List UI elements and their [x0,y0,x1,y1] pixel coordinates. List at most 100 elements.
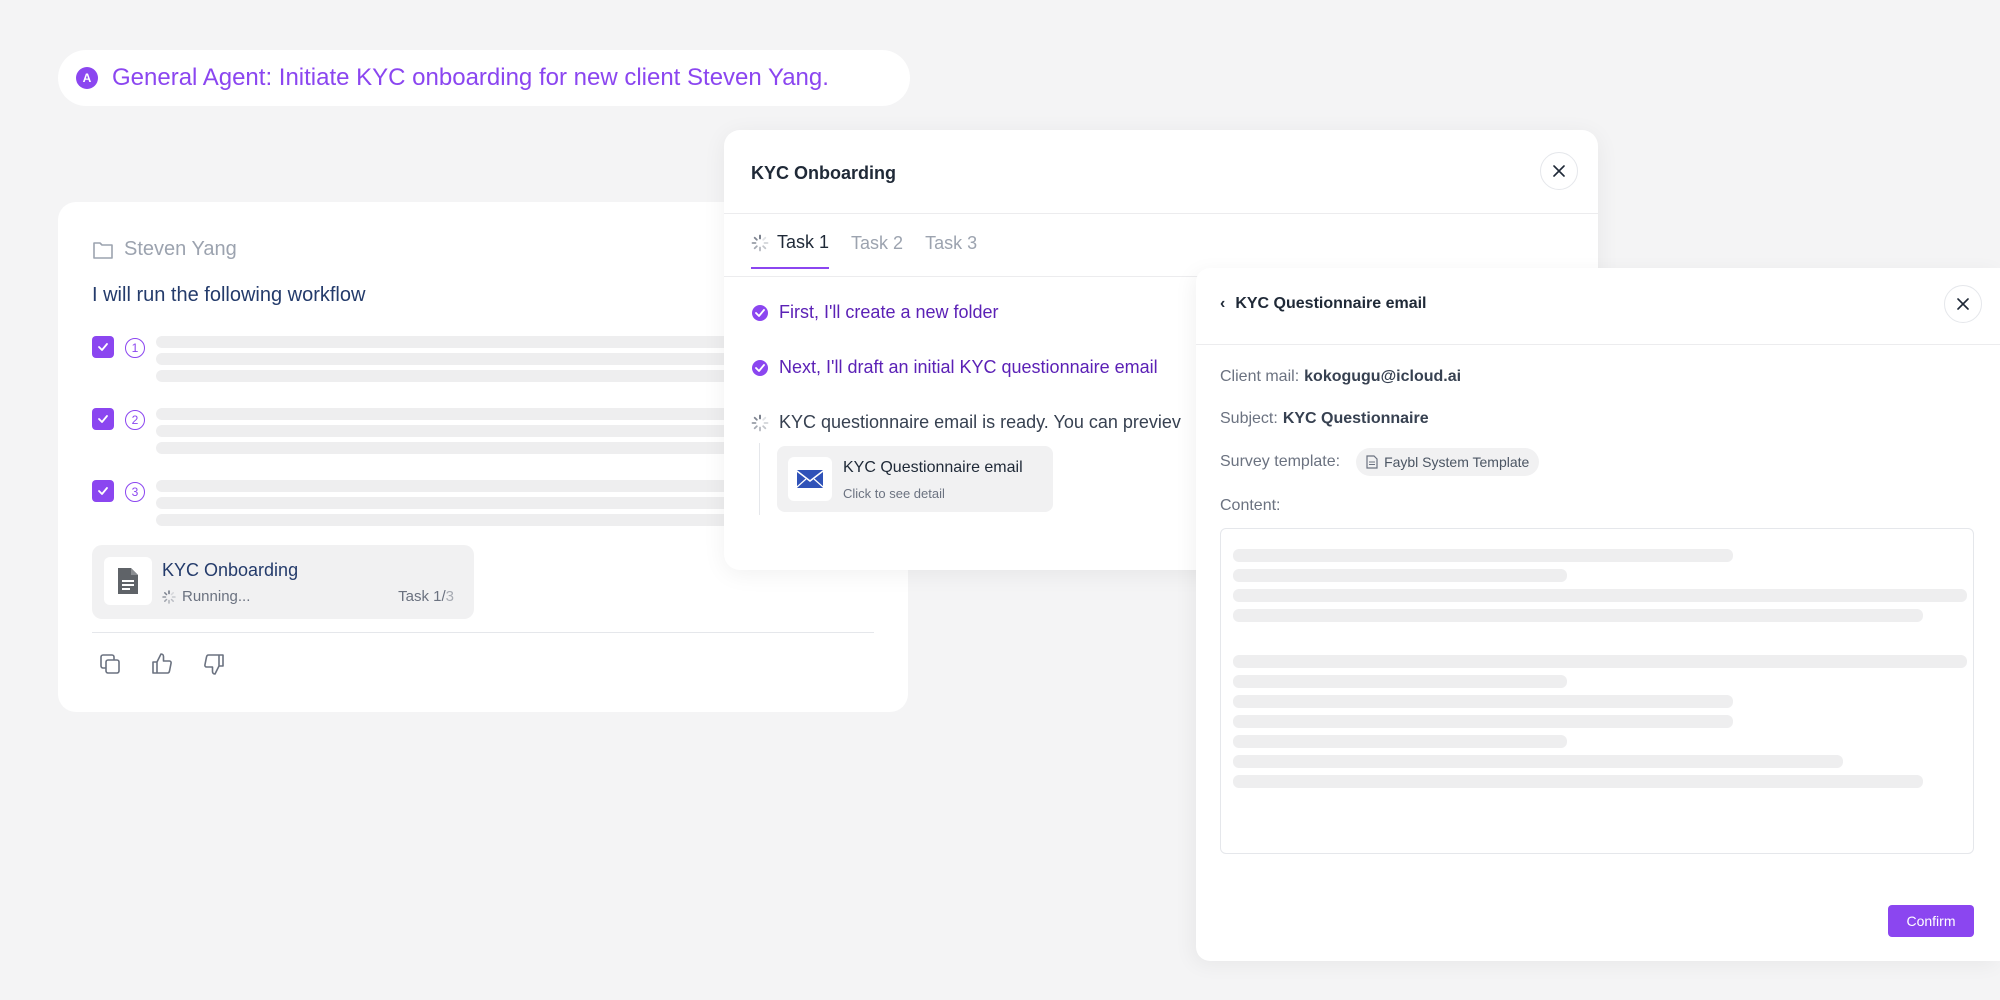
step-number: 2 [125,410,145,430]
tab-task-3[interactable]: Task 3 [925,232,977,269]
chip-label: Faybl System Template [1384,454,1530,470]
survey-template-chip[interactable]: Faybl System Template [1356,448,1540,476]
divider [92,632,874,633]
chevron-left-icon: ‹ [1220,295,1226,312]
email-card-subtitle: Click to see detail [843,486,945,501]
field-label: Subject: [1220,410,1278,427]
tab-label: Task 3 [925,233,978,253]
skeleton-line [156,336,732,348]
step-text: First, I'll create a new folder [779,302,999,322]
copy-icon[interactable] [96,650,124,678]
close-icon [1957,298,1969,310]
folder-icon [93,241,113,259]
step-text: Next, I'll draft an initial KYC question… [779,357,1158,377]
detail-close-button[interactable] [1944,285,1982,323]
prompt-text: General Agent: Initiate KYC onboarding f… [112,64,829,91]
confirm-button[interactable]: Confirm [1888,905,1974,937]
step-text: KYC questionnaire email is ready. You ca… [779,412,1181,432]
skeleton-line [1233,775,1923,788]
task-progress: Task 1/3 [398,588,454,605]
content-area[interactable] [1220,528,1974,854]
document-icon [104,557,152,605]
check-icon [98,487,108,495]
check-circle-icon [752,304,768,321]
skeleton-line [1233,549,1733,562]
skeleton-line [156,353,732,365]
skeleton-line [156,370,732,382]
workflow-step: 2 [92,408,732,468]
workflow-step-item: Next, I'll draft an initial KYC question… [751,357,1158,378]
status-text: Running... [182,588,251,605]
skeleton-line [1233,655,1967,668]
spinner-icon [751,234,769,251]
field-label: Content: [1220,497,1281,514]
check-circle-icon [752,359,768,376]
detail-title: KYC Questionnaire email [1235,295,1427,312]
client-mail-value: kokogugu@icloud.ai [1304,368,1462,385]
workflow-step: 1 [92,336,732,396]
workflow-status: Running... [162,588,250,605]
task-progress-total: 3 [445,588,454,605]
agent-avatar: A [76,67,98,89]
workflow-card[interactable]: KYC Onboarding Running... Task 1/3 [92,545,474,619]
step-checkbox[interactable] [92,336,114,358]
divider [1196,344,2000,345]
modal-close-button[interactable] [1540,152,1578,190]
email-detail-panel: ‹ KYC Questionnaire email Client mail: k… [1196,268,2000,961]
workflow-step: 3 [92,480,732,540]
field-label: Survey template: [1220,453,1341,470]
skeleton-line [1233,715,1733,728]
check-icon [98,415,108,423]
skeleton-line [156,442,732,454]
workflow-step-item: KYC questionnaire email is ready. You ca… [751,412,1181,433]
skeleton-line [1233,755,1843,768]
tab-label: Task 2 [851,233,904,253]
agent-prompt: A General Agent: Initiate KYC onboarding… [58,50,910,106]
skeleton-line [1233,589,1967,602]
folder-name: Steven Yang [124,238,237,260]
field-label: Client mail: [1220,368,1300,385]
step-number: 3 [125,482,145,502]
tab-task-2[interactable]: Task 2 [851,232,903,269]
skeleton-line [156,497,732,509]
skeleton-line [1233,609,1923,622]
check-icon [98,343,108,351]
tab-task-1[interactable]: Task 1 [751,232,830,269]
step-checkbox[interactable] [92,480,114,502]
step-checkbox[interactable] [92,408,114,430]
thumbs-up-icon[interactable] [148,650,176,678]
skeleton-line [1233,569,1567,582]
folder-header: Steven Yang [92,238,237,261]
back-button[interactable]: ‹ KYC Questionnaire email [1220,295,1427,313]
skeleton-line [156,514,732,526]
subject-field: Subject: KYC Questionnaire [1220,410,1429,428]
subject-value: KYC Questionnaire [1282,410,1429,427]
skeleton-line [156,425,732,437]
workflow-card-title: KYC Onboarding [162,560,299,580]
close-icon [1553,165,1565,177]
modal-title: KYC Onboarding [751,163,896,183]
survey-template-field: Survey template: Faybl System Template [1220,448,1540,476]
task-tabs: Task 1 Task 2 Task 3 [751,232,977,269]
spinner-icon [162,589,176,604]
envelope-icon [788,457,832,501]
document-icon [1366,455,1378,469]
skeleton-line [156,480,732,492]
workflow-step-item: First, I'll create a new folder [751,302,999,323]
skeleton-line [156,408,732,420]
email-card-title: KYC Questionnaire email [843,459,1023,476]
client-mail-field: Client mail: kokogugu@icloud.ai [1220,368,1461,386]
content-label: Content: [1220,497,1280,515]
divider [724,213,1598,214]
tab-label: Task 1 [777,232,830,252]
step-number: 1 [125,338,145,358]
step-connector [759,443,760,515]
workflow-intro: I will run the following workflow [92,284,366,306]
email-preview-card[interactable]: KYC Questionnaire email Click to see det… [777,446,1053,512]
thumbs-down-icon[interactable] [200,650,228,678]
skeleton-line [1233,695,1733,708]
message-actions [96,650,228,678]
skeleton-line [1233,675,1567,688]
spinner-icon [751,414,769,431]
task-progress-current: Task 1/ [398,588,446,605]
